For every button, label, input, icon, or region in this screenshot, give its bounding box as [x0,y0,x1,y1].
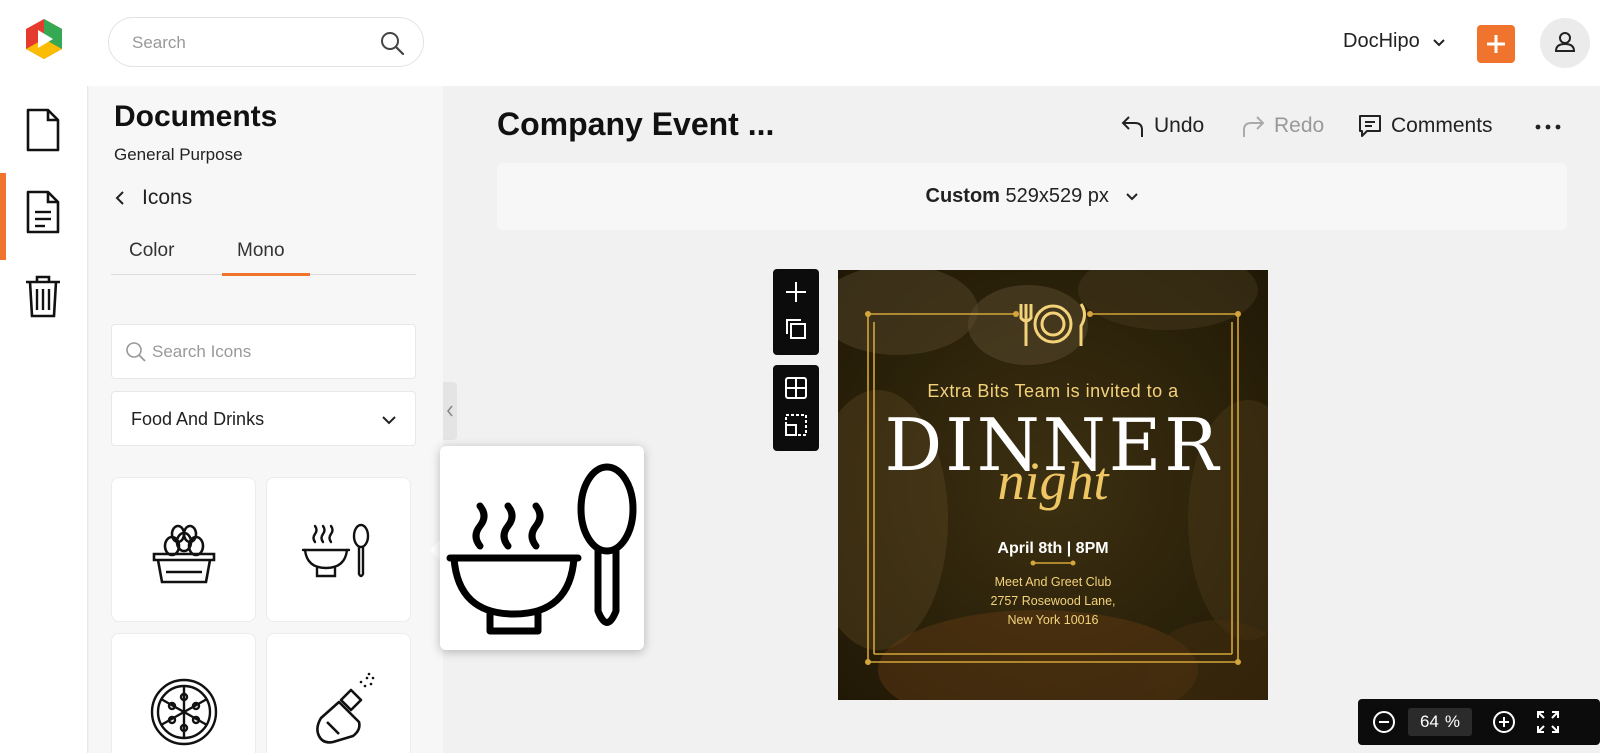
layout-toolbar [773,365,819,451]
side-panel: Documents General Purpose Icons Color Mo… [89,86,443,753]
duplicate-page-icon[interactable] [784,317,808,341]
trash-icon[interactable] [24,274,62,318]
city-text[interactable]: New York 10016 [838,613,1268,627]
tab-mono[interactable]: Mono [237,240,285,262]
user-icon [1554,32,1576,52]
chevron-left-icon [446,405,453,417]
documents-list-icon[interactable] [24,190,62,234]
add-page-icon[interactable] [784,280,808,304]
app-logo[interactable] [22,17,66,61]
comment-icon [1359,115,1381,137]
chevron-down-icon [382,416,396,425]
soup-bowl-spoon-icon [446,463,637,635]
tab-color[interactable]: Color [129,240,174,262]
icon-tile-pizza[interactable] [111,633,256,753]
chevron-down-icon[interactable] [1432,36,1446,50]
pizza-icon [150,678,218,746]
date-text[interactable]: April 8th | 8PM [838,540,1268,558]
select-area-icon[interactable] [784,413,808,437]
icon-tile-soup-bowl[interactable] [266,477,411,622]
venue-text[interactable]: Meet And Greet Club [838,575,1268,589]
icon-preview-popover [440,446,644,650]
left-rail [0,86,88,753]
comments-label: Comments [1391,114,1493,137]
back-to-icons-button[interactable]: Icons [114,186,192,210]
script-text[interactable]: night [838,450,1268,512]
undo-icon [1121,116,1143,137]
account-menu-label[interactable]: DocHipo [1343,30,1420,53]
grid-layout-icon[interactable] [784,376,808,400]
fullscreen-icon[interactable] [1536,710,1560,734]
preview-pointer [430,540,440,560]
comments-button[interactable]: Comments [1357,112,1493,140]
top-bar: Search DocHipo [0,0,1600,86]
icon-search-placeholder: Search Icons [152,342,252,361]
size-preset: Custom [925,185,1000,207]
icon-tile-egg-basket[interactable] [111,477,256,622]
icon-search-input[interactable]: Search Icons [111,324,416,379]
chevron-left-icon [115,191,124,205]
global-search[interactable]: Search [108,17,424,67]
redo-button[interactable]: Redo [1240,112,1324,140]
street-text[interactable]: 2757 Rosewood Lane, [838,594,1268,608]
search-placeholder: Search [132,33,186,52]
chevron-down-icon [1125,193,1138,201]
undo-label: Undo [1154,114,1205,137]
design-canvas[interactable]: Extra Bits Team is invited to a DINNER n… [838,270,1268,700]
zoom-in-icon[interactable] [1492,710,1516,734]
more-options-icon[interactable] [1535,124,1561,130]
search-icon[interactable] [379,30,405,56]
category-select[interactable]: Food And Drinks [111,391,416,446]
soup-bowl-spoon-icon [301,523,370,578]
icon-style-tabs: Color Mono [111,232,416,276]
plus-icon [1487,35,1505,53]
document-icon[interactable] [24,108,62,152]
zoom-value: 64 [1419,712,1439,731]
active-tab-indicator [222,273,310,276]
user-avatar-button[interactable] [1540,18,1590,68]
rail-active-indicator [0,173,6,260]
size-value: 529x529 px [1005,185,1109,207]
redo-label: Redo [1274,114,1325,137]
back-label: Icons [142,186,193,209]
salt-shaker-icon [316,672,375,744]
panel-collapse-handle[interactable] [443,382,457,440]
undo-button[interactable]: Undo [1120,112,1204,140]
zoom-controls: 64 % [1358,699,1600,745]
icon-tile-salt-shaker[interactable] [266,633,411,753]
egg-basket-icon [152,524,216,584]
canvas-size-selector[interactable]: Custom 529x529 px [497,163,1567,230]
zoom-level[interactable]: 64 % [1408,708,1472,736]
zoom-unit: % [1444,712,1461,731]
panel-title: Documents [114,100,278,133]
create-new-button[interactable] [1477,25,1515,63]
invited-text[interactable]: Extra Bits Team is invited to a [838,381,1268,402]
category-value: Food And Drinks [131,409,265,429]
search-icon [126,342,146,362]
redo-icon [1243,116,1265,137]
page-actions-toolbar [773,269,819,355]
panel-subtitle: General Purpose [114,145,243,164]
document-title[interactable]: Company Event ... [497,106,774,143]
zoom-out-icon[interactable] [1372,710,1396,734]
